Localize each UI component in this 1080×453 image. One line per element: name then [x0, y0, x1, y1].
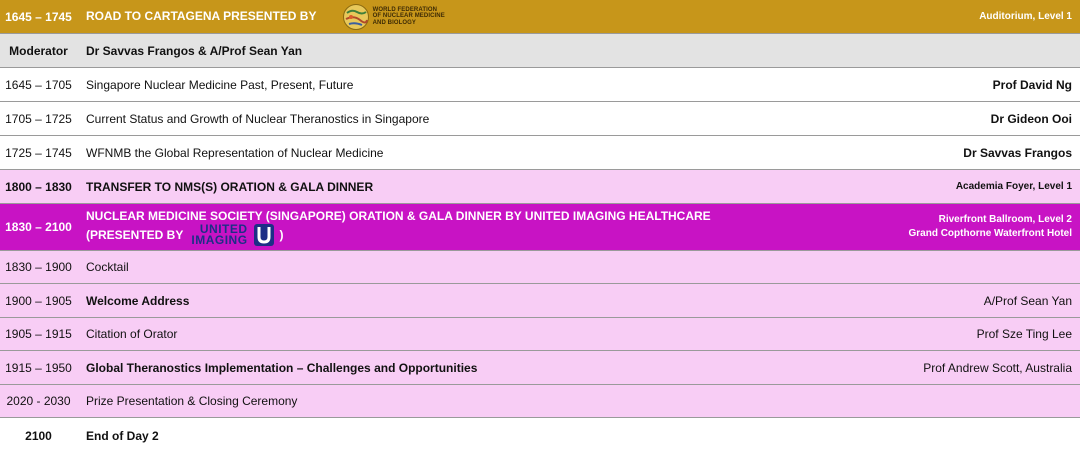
agenda-title: Citation of Orator [86, 327, 178, 341]
united-imaging-logo: UNITED IMAGING [191, 223, 274, 247]
agenda-title: Singapore Nuclear Medicine Past, Present… [86, 77, 354, 92]
agenda-title: Welcome Address [86, 293, 190, 308]
transfer-venue: Academia Foyer, Level 1 [955, 181, 1072, 192]
agenda-speaker: Prof David Ng [992, 77, 1072, 92]
agenda-time: 1900 – 1905 [5, 293, 72, 308]
session-header-time: 1645 – 1745 [5, 9, 72, 24]
gala-title: NUCLEAR MEDICINE SOCIETY (SINGAPORE) ORA… [77, 208, 908, 246]
agenda-time: 1905 – 1915 [5, 327, 72, 341]
session-header-title: ROAD TO CARTAGENA PRESENTED BY WORLD FED… [77, 3, 979, 31]
gala-header-row: 1830 – 2100 NUCLEAR MEDICINE SOCIETY (SI… [0, 204, 1080, 251]
wfnmb-logo-line-3: AND BIOLOGY [372, 19, 417, 26]
agenda-title: WFNMB the Global Representation of Nucle… [86, 145, 384, 160]
agenda-row: 1725 – 1745 WFNMB the Global Representat… [0, 136, 1080, 170]
wfnmb-logo: WORLD FEDERATION OF NUCLEAR MEDICINE AND… [342, 3, 445, 31]
globe-icon [342, 3, 369, 30]
moderator-names: Dr Savvas Frangos & A/Prof Sean Yan [86, 43, 303, 58]
agenda-speaker: A/Prof Sean Yan [983, 293, 1072, 308]
end-time: 2100 [25, 428, 52, 443]
agenda-speaker: Prof Sze Ting Lee [976, 327, 1072, 341]
agenda-time: 1645 – 1705 [5, 77, 72, 92]
gala-presented-by: (PRESENTED BY [86, 228, 184, 242]
agenda-time: 1915 – 1950 [5, 360, 72, 375]
agenda-time: 2020 - 2030 [6, 394, 71, 408]
agenda-title: Current Status and Growth of Nuclear The… [86, 111, 430, 126]
agenda-speaker: Dr Gideon Ooi [990, 111, 1072, 126]
session-header-row: 1645 – 1745 ROAD TO CARTAGENA PRESENTED … [0, 0, 1080, 34]
agenda-row: 1830 – 1900 Cocktail [0, 251, 1080, 284]
transfer-time: 1800 – 1830 [5, 179, 72, 194]
united-imaging-logo-line-2: IMAGING [191, 233, 248, 247]
transfer-row: 1800 – 1830 TRANSFER TO NMS(S) ORATION &… [0, 170, 1080, 204]
agenda-time: 1725 – 1745 [5, 145, 72, 160]
end-of-day-row: 2100 End of Day 2 [0, 418, 1080, 453]
agenda-row: 1900 – 1905 Welcome Address A/Prof Sean … [0, 284, 1080, 318]
united-imaging-logo-text: UNITED IMAGING [191, 223, 248, 247]
agenda-row: 1705 – 1725 Current Status and Growth of… [0, 102, 1080, 136]
moderator-row: Moderator Dr Savvas Frangos & A/Prof Sea… [0, 34, 1080, 68]
gala-venue-line-1: Riverfront Ballroom, Level 2 [938, 214, 1072, 225]
gala-time: 1830 – 2100 [5, 220, 72, 234]
agenda-speaker: Dr Savvas Frangos [963, 145, 1072, 160]
agenda-row: 1905 – 1915 Citation of Orator Prof Sze … [0, 318, 1080, 351]
gala-title-line-2: (PRESENTED BY UNITED IMAGING ) [86, 223, 908, 247]
transfer-title: TRANSFER TO NMS(S) ORATION & GALA DINNER [86, 179, 374, 194]
agenda-row: 2020 - 2030 Prize Presentation & Closing… [0, 385, 1080, 418]
agenda-time: 1830 – 1900 [5, 260, 72, 274]
wfnmb-logo-text: WORLD FEDERATION OF NUCLEAR MEDICINE AND… [373, 7, 445, 27]
gala-presented-by-close: ) [279, 228, 284, 242]
moderator-label: Moderator [9, 43, 68, 58]
united-imaging-mark-icon [253, 224, 274, 246]
session-header-title-text: ROAD TO CARTAGENA PRESENTED BY [86, 8, 317, 23]
agenda-title: Global Theranostics Implementation – Cha… [86, 360, 478, 375]
agenda-title: Prize Presentation & Closing Ceremony [86, 394, 298, 408]
agenda-speaker: Prof Andrew Scott, Australia [923, 360, 1072, 375]
agenda-title: Cocktail [86, 260, 129, 274]
wfnmb-logo-line-2: OF NUCLEAR MEDICINE [372, 13, 445, 20]
agenda-row: 1915 – 1950 Global Theranostics Implemen… [0, 351, 1080, 385]
gala-venue-line-2: Grand Copthorne Waterfront Hotel [908, 228, 1072, 239]
session-header-venue: Auditorium, Level 1 [979, 11, 1072, 22]
gala-venue: Riverfront Ballroom, Level 2 Grand Copth… [908, 213, 1080, 241]
end-title: End of Day 2 [86, 428, 159, 443]
agenda-time: 1705 – 1725 [5, 111, 72, 126]
agenda-row: 1645 – 1705 Singapore Nuclear Medicine P… [0, 68, 1080, 102]
